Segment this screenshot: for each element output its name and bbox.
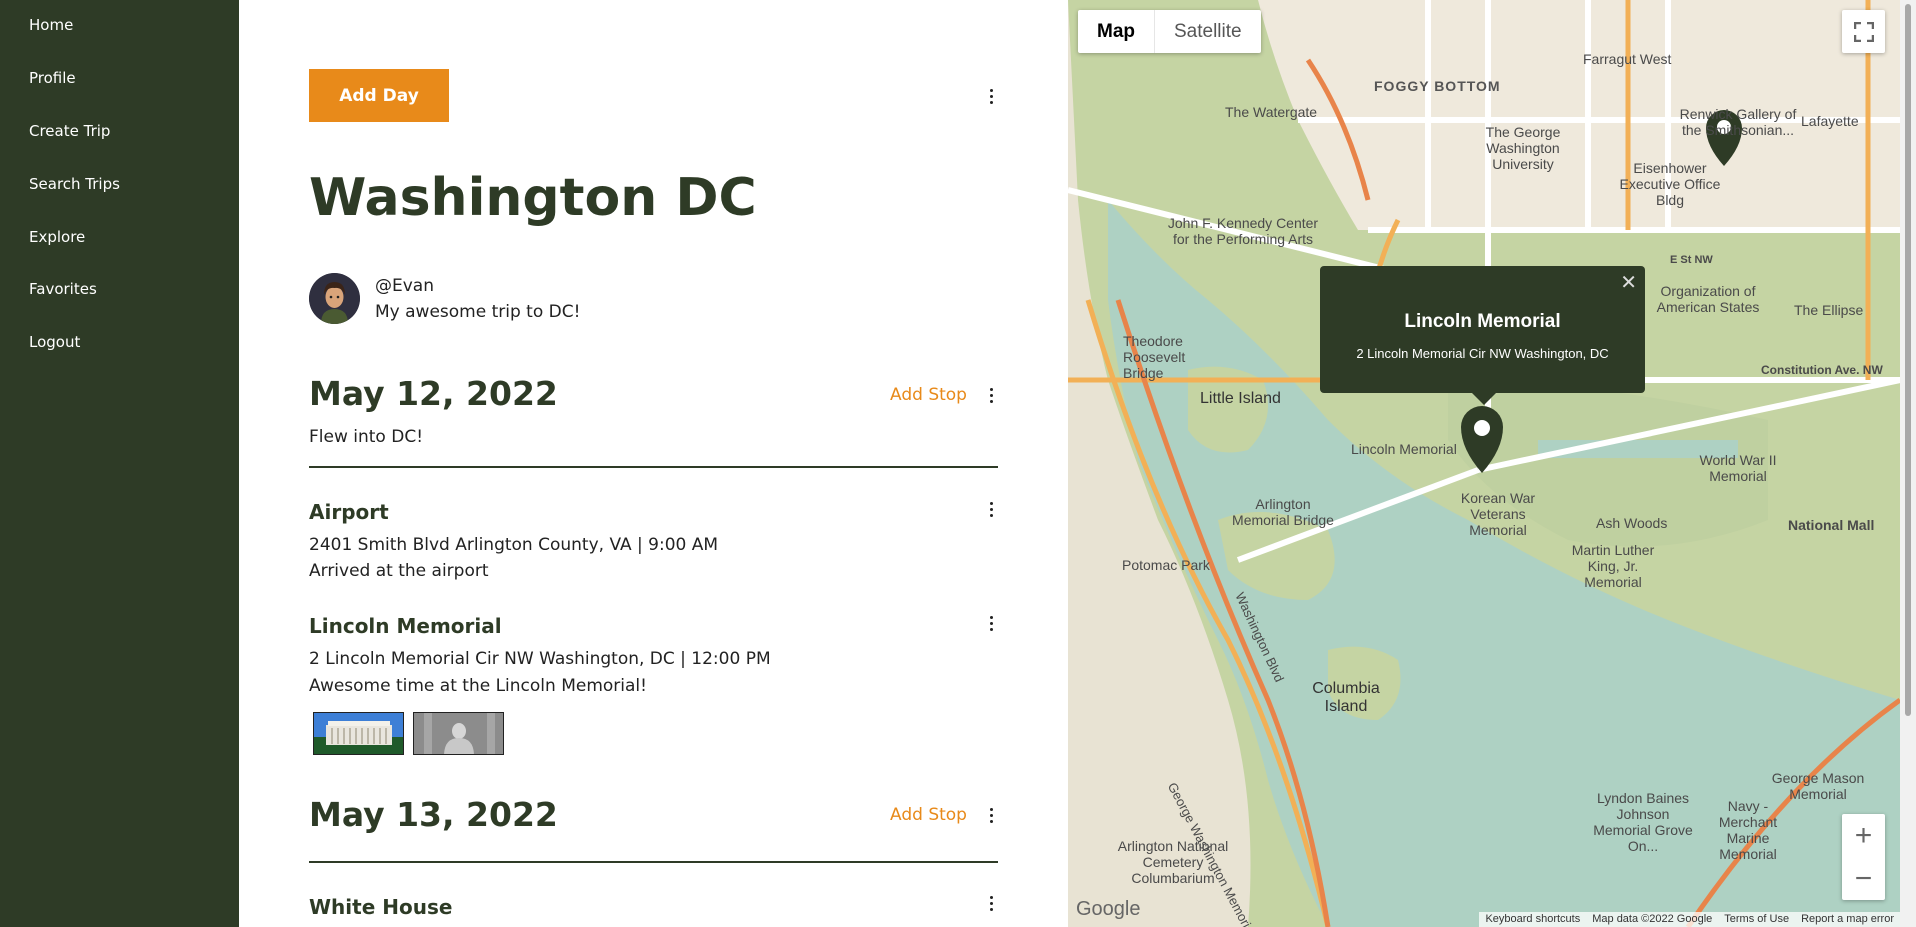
day-note: Flew into DC! — [309, 427, 424, 447]
stop-photo-thumbnail[interactable] — [413, 712, 504, 755]
trip-menu-icon[interactable] — [981, 84, 1001, 108]
info-window-title: Lincoln Memorial — [1404, 311, 1561, 332]
trip-title: Washington DC — [309, 168, 757, 228]
stop-menu-icon[interactable] — [981, 611, 1001, 635]
avatar[interactable] — [309, 273, 360, 324]
map-label: Navy - Merchant Marine Memorial — [1718, 798, 1778, 862]
map-label: John F. Kennedy Center for the Performin… — [1167, 215, 1319, 247]
stop-menu-icon[interactable] — [981, 497, 1001, 521]
map-label: Lincoln Memorial — [1351, 441, 1457, 457]
stop-title[interactable]: White House — [309, 895, 452, 919]
add-stop-button[interactable]: Add Stop — [890, 805, 967, 825]
stop-details: 2401 Smith Blvd Arlington County, VA | 9… — [309, 535, 719, 555]
map-label: Eisenhower Executive Office Bldg — [1619, 160, 1721, 208]
stop-title[interactable]: Airport — [309, 500, 389, 524]
map-label: The Ellipse — [1794, 302, 1864, 318]
day-date: May 12, 2022 — [309, 374, 558, 413]
nav-search-trips[interactable]: Search Trips — [29, 175, 120, 193]
day-divider — [309, 466, 998, 468]
nav-logout[interactable]: Logout — [29, 333, 80, 351]
map-label: George Mason Memorial — [1771, 770, 1865, 802]
nav-home[interactable]: Home — [29, 16, 73, 34]
map-label: Potomac Park — [1122, 557, 1210, 573]
day-divider — [309, 861, 998, 863]
info-window: ✕ Lincoln Memorial 2 Lincoln Memorial Ci… — [1320, 266, 1645, 405]
map-type-control: Map Satellite — [1078, 10, 1261, 53]
trip-description: My awesome trip to DC! — [375, 302, 581, 322]
map-type-satellite-tab[interactable]: Satellite — [1154, 10, 1261, 53]
map-label: Martin Luther King, Jr. Memorial — [1571, 542, 1655, 590]
nav-create-trip[interactable]: Create Trip — [29, 122, 110, 140]
map-label: Lafayette — [1801, 113, 1859, 129]
trip-panel: Add Day Washington DC @Evan My awesome t… — [239, 0, 1068, 927]
map-label: The George Washington University — [1485, 124, 1561, 172]
close-icon[interactable]: ✕ — [1620, 270, 1637, 295]
sidebar-nav: Home Profile Create Trip Search Trips Ex… — [0, 0, 239, 927]
map-label: Ash Woods — [1596, 515, 1668, 531]
map-label: Organization of American States — [1656, 283, 1760, 315]
nav-profile[interactable]: Profile — [29, 69, 76, 87]
map-label: Constitution Ave. NW — [1761, 363, 1883, 377]
map-attribution: Keyboard shortcuts Map data ©2022 Google… — [1479, 912, 1900, 927]
map-label: Theodore Roosevelt Bridge — [1123, 333, 1186, 381]
map-label: Arlington Memorial Bridge — [1232, 496, 1334, 528]
map-label: Little Island — [1200, 390, 1281, 407]
day-menu-icon[interactable] — [981, 383, 1001, 407]
trip-author[interactable]: @Evan — [375, 276, 434, 296]
zoom-out-button[interactable]: − — [1855, 857, 1873, 900]
report-error-link[interactable]: Report a map error — [1801, 913, 1894, 926]
add-day-button[interactable]: Add Day — [309, 69, 449, 122]
map-label: World War II Memorial — [1699, 452, 1777, 484]
page-scrollbar[interactable] — [1900, 0, 1916, 927]
add-stop-button[interactable]: Add Stop — [890, 385, 967, 405]
map-label: Farragut West — [1583, 51, 1672, 67]
terms-link[interactable]: Terms of Use — [1724, 913, 1789, 926]
map-label: Lyndon Baines Johnson Memorial Grove On.… — [1593, 790, 1693, 854]
stop-details: 2 Lincoln Memorial Cir NW Washington, DC… — [309, 649, 771, 669]
zoom-in-button[interactable]: + — [1855, 814, 1873, 857]
map-label: Korean War Veterans Memorial — [1460, 490, 1536, 538]
map-label: E St NW — [1670, 254, 1713, 266]
google-logo: Google — [1076, 898, 1141, 920]
nav-explore[interactable]: Explore — [29, 228, 85, 246]
stop-menu-icon[interactable] — [981, 891, 1001, 915]
stop-photo-thumbnail[interactable] — [313, 712, 404, 755]
map-type-map-tab[interactable]: Map — [1078, 10, 1154, 53]
map-label: Columbia Island — [1312, 680, 1380, 715]
fullscreen-icon[interactable] — [1842, 10, 1885, 53]
zoom-control: + − — [1842, 814, 1885, 900]
stop-title[interactable]: Lincoln Memorial — [309, 614, 502, 638]
map-data-text: Map data ©2022 Google — [1592, 913, 1713, 925]
map-label: Renwick Gallery of the Smithsonian... — [1679, 106, 1797, 138]
info-window-address: 2 Lincoln Memorial Cir NW Washington, DC — [1356, 346, 1609, 361]
day-menu-icon[interactable] — [981, 803, 1001, 827]
map-label: National Mall — [1788, 517, 1875, 533]
keyboard-shortcuts-link[interactable]: Keyboard shortcuts — [1485, 913, 1580, 926]
stop-note: Awesome time at the Lincoln Memorial! — [309, 676, 647, 696]
day-date: May 13, 2022 — [309, 795, 558, 834]
stop-note: Arrived at the airport — [309, 561, 489, 581]
map-label: The Watergate — [1225, 104, 1318, 120]
map[interactable]: FOGGY BOTTOM Little Island Lincoln Memor… — [1068, 0, 1900, 927]
nav-favorites[interactable]: Favorites — [29, 280, 97, 298]
map-label: FOGGY BOTTOM — [1374, 78, 1501, 94]
